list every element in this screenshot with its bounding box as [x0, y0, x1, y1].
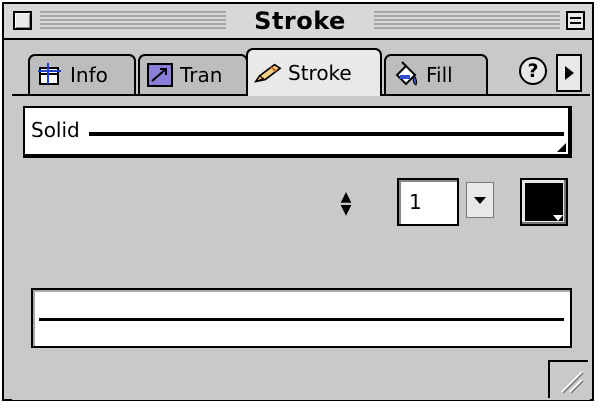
- width-stepper[interactable]: ▲ ▼: [338, 186, 354, 222]
- resize-grip[interactable]: [548, 360, 588, 398]
- title-bar-stripes-right: [374, 11, 560, 31]
- tab-stroke[interactable]: Stroke: [246, 48, 382, 96]
- stroke-color-well[interactable]: [520, 178, 568, 226]
- tab-transform-label: Tran: [180, 63, 223, 87]
- stroke-style-selector[interactable]: Solid: [23, 106, 572, 158]
- stroke-width-menu-button[interactable]: [466, 182, 494, 218]
- palette-tabs: Info Tran Stroke Fill ?: [12, 48, 590, 96]
- resize-grip-icon: [561, 371, 584, 394]
- stroke-style-sample: [89, 132, 564, 136]
- tab-info-label: Info: [70, 63, 108, 87]
- stroke-width-value: 1: [409, 190, 422, 214]
- info-grid-icon: [36, 61, 64, 89]
- arrow-down-icon: ▼: [340, 202, 352, 218]
- stroke-width-field[interactable]: 1: [397, 178, 459, 226]
- stroke-preview: [31, 288, 572, 348]
- title-bar[interactable]: Stroke: [4, 4, 592, 40]
- stroke-preview-line: [39, 318, 564, 321]
- paint-bucket-icon: [392, 61, 420, 89]
- tab-fill[interactable]: Fill: [384, 54, 488, 94]
- tab-fill-label: Fill: [426, 63, 453, 87]
- stroke-style-label: Solid: [31, 118, 80, 142]
- triangle-right-icon: [565, 66, 574, 80]
- collapse-box[interactable]: [566, 11, 585, 30]
- close-box[interactable]: [13, 11, 32, 30]
- chevron-down-icon: [553, 215, 563, 221]
- transform-icon: [146, 61, 174, 89]
- help-button[interactable]: ?: [519, 57, 547, 85]
- tab-scroll-right-button[interactable]: [556, 54, 582, 92]
- tab-info[interactable]: Info: [28, 54, 136, 94]
- window-title: Stroke: [254, 7, 346, 35]
- title-bar-stripes-left: [40, 11, 226, 31]
- pen-icon: [254, 59, 282, 87]
- popup-corner-icon: [557, 143, 566, 152]
- tab-stroke-label: Stroke: [288, 61, 352, 85]
- tab-transform[interactable]: Tran: [138, 54, 248, 94]
